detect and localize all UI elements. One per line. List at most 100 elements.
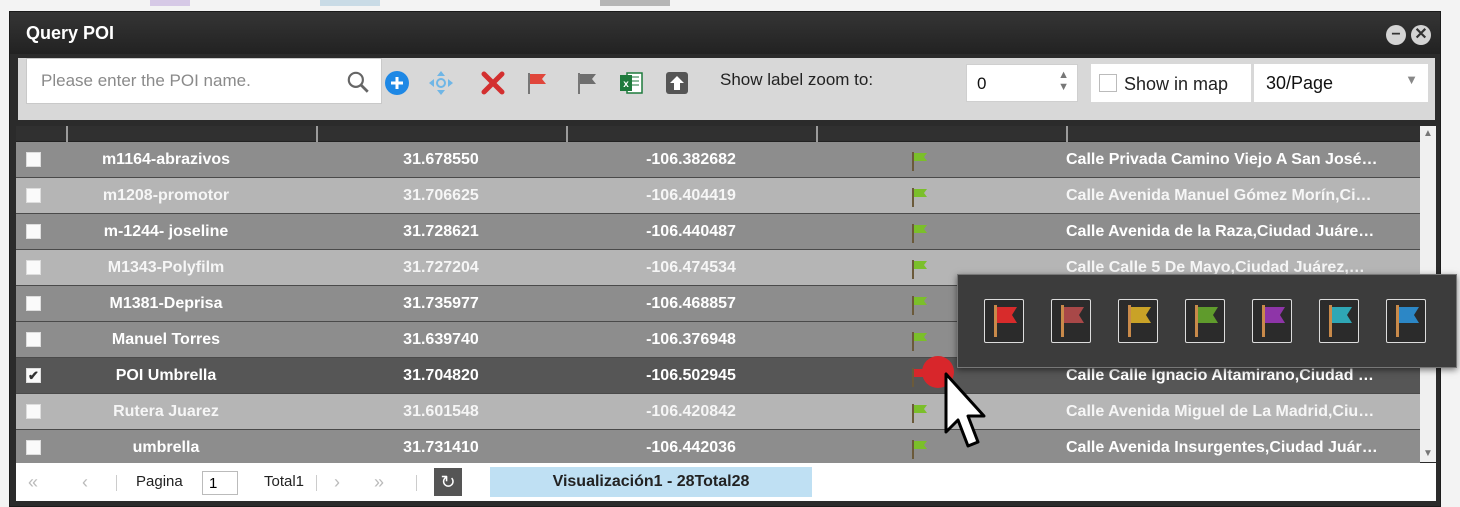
next-page-button[interactable]: › bbox=[334, 472, 340, 493]
toolbar: x Show label zoom to: 0 ▲▼ Show in map 3… bbox=[18, 58, 1435, 120]
per-page-select[interactable]: 30/Page ▼ bbox=[1254, 64, 1428, 102]
divider bbox=[416, 475, 417, 491]
pagination-bar: « ‹ Pagina Total1 › » ↻ Visualización1 -… bbox=[16, 463, 1436, 501]
latitude-cell: 31.706625 bbox=[403, 187, 479, 204]
flag-icon bbox=[994, 305, 1017, 337]
longitude-cell: -106.404419 bbox=[646, 187, 736, 204]
zoom-label: Show label zoom to: bbox=[720, 70, 874, 89]
column-divider[interactable] bbox=[566, 126, 568, 142]
flag-icon bbox=[1396, 305, 1419, 337]
prev-page-button[interactable]: ‹ bbox=[82, 472, 88, 493]
address-cell: Calle Avenida Miguel de La Madrid,Ciu… bbox=[1066, 403, 1375, 420]
flag-icon bbox=[1195, 305, 1218, 337]
flag-color-picker bbox=[957, 274, 1457, 368]
first-page-button[interactable]: « bbox=[28, 472, 38, 493]
longitude-cell: -106.468857 bbox=[646, 295, 736, 312]
pagination-info: Visualización1 - 28Total28 bbox=[490, 467, 812, 497]
row-flag-icon[interactable] bbox=[909, 186, 931, 208]
poi-name-cell: m1164-abrazivos bbox=[101, 151, 231, 168]
address-cell: Calle Avenida Insurgentes,Ciudad Juár… bbox=[1066, 439, 1378, 456]
per-page-value: 30/Page bbox=[1266, 73, 1334, 93]
spinner-arrows-icon[interactable]: ▲ ▼ bbox=[1058, 69, 1069, 93]
flag-color-option[interactable] bbox=[1118, 299, 1158, 343]
last-page-button[interactable]: » bbox=[374, 472, 384, 493]
row-flag-icon[interactable] bbox=[909, 258, 931, 280]
flag-color-option[interactable] bbox=[1319, 299, 1359, 343]
red-flag-icon[interactable] bbox=[524, 70, 550, 96]
column-divider[interactable] bbox=[816, 126, 818, 142]
gray-flag-icon[interactable] bbox=[574, 70, 600, 96]
row-flag-icon[interactable] bbox=[909, 222, 931, 244]
address-cell: Calle Avenida de la Raza,Ciudad Juáre… bbox=[1066, 223, 1375, 240]
show-in-map-checkbox[interactable] bbox=[1099, 74, 1117, 92]
search-box bbox=[26, 58, 382, 104]
chevron-down-icon: ▼ bbox=[1405, 72, 1418, 87]
window-title: Query POI bbox=[26, 23, 115, 43]
upload-icon[interactable] bbox=[664, 70, 690, 96]
svg-text:x: x bbox=[623, 79, 629, 90]
table-header bbox=[16, 126, 1420, 142]
query-poi-window: Query POI − ✕ Please enter the POI name.… bbox=[9, 11, 1441, 507]
latitude-cell: 31.601548 bbox=[403, 403, 479, 420]
longitude-cell: -106.442036 bbox=[646, 439, 736, 456]
table-row[interactable]: m1164-abrazivos 31.678550 -106.382682 Calle… bbox=[16, 142, 1420, 178]
total-pages-label: Total1 bbox=[264, 473, 305, 490]
latitude-cell: 31.731410 bbox=[403, 439, 479, 456]
row-flag-icon[interactable] bbox=[909, 294, 931, 316]
address-cell: Calle Privada Camino Viejo A San José… bbox=[1066, 151, 1378, 168]
column-divider[interactable] bbox=[66, 126, 68, 142]
scroll-down-icon[interactable]: ▼ bbox=[1422, 448, 1434, 459]
excel-export-icon[interactable]: x bbox=[618, 70, 644, 96]
mouse-cursor-icon bbox=[922, 356, 986, 448]
search-input[interactable] bbox=[27, 59, 327, 103]
column-divider[interactable] bbox=[316, 126, 318, 142]
flag-color-option[interactable] bbox=[984, 299, 1024, 343]
column-divider[interactable] bbox=[1066, 126, 1068, 142]
titlebar: Query POI − ✕ bbox=[10, 12, 1440, 54]
move-icon[interactable] bbox=[428, 70, 454, 96]
flag-icon bbox=[1128, 305, 1151, 337]
longitude-cell: -106.502945 bbox=[646, 367, 736, 384]
scroll-up-icon[interactable]: ▲ bbox=[1422, 128, 1434, 139]
poi-name-cell: m1208-promotor bbox=[102, 187, 230, 204]
show-in-map-toggle[interactable]: Show in map bbox=[1091, 64, 1251, 102]
latitude-cell: 31.728621 bbox=[403, 223, 479, 240]
row-flag-icon[interactable] bbox=[909, 330, 931, 352]
add-icon[interactable] bbox=[384, 70, 410, 96]
latitude-cell: 31.704820 bbox=[403, 367, 479, 384]
page-number-input[interactable] bbox=[202, 471, 238, 495]
poi-name-cell: umbrella bbox=[132, 439, 200, 456]
flag-color-option[interactable] bbox=[1185, 299, 1225, 343]
address-cell: Calle Avenida Manuel Gómez Morín,Ci… bbox=[1066, 187, 1372, 204]
table-row[interactable]: m1208-promotor 31.706625 -106.404419 Calle … bbox=[16, 178, 1420, 214]
longitude-cell: -106.474534 bbox=[646, 259, 736, 276]
longitude-cell: -106.376948 bbox=[646, 331, 736, 348]
table-row[interactable]: Rutera Juarez 31.601548 -106.420842 Calle A… bbox=[16, 394, 1420, 430]
table-row[interactable]: m-1244- joseline 31.728621 -106.440487 Call… bbox=[16, 214, 1420, 250]
refresh-button[interactable]: ↻ bbox=[434, 468, 462, 496]
flag-color-option[interactable] bbox=[1252, 299, 1292, 343]
zoom-value: 0 bbox=[977, 74, 987, 93]
latitude-cell: 31.735977 bbox=[403, 295, 479, 312]
latitude-cell: 31.639740 bbox=[403, 331, 479, 348]
table-row[interactable]: umbrella 31.731410 -106.442036 Calle Avenid… bbox=[16, 430, 1420, 466]
latitude-cell: 31.678550 bbox=[403, 151, 479, 168]
longitude-cell: -106.440487 bbox=[646, 223, 736, 240]
minimize-button[interactable]: − bbox=[1386, 25, 1406, 45]
flag-icon bbox=[1329, 305, 1352, 337]
close-button[interactable]: ✕ bbox=[1411, 25, 1431, 45]
poi-name-cell: M1343-Polyfilm bbox=[107, 259, 225, 276]
page-label: Pagina bbox=[136, 473, 183, 490]
divider bbox=[316, 475, 317, 491]
address-cell: Calle Calle Ignacio Altamirano,Ciudad … bbox=[1066, 367, 1374, 384]
search-icon[interactable] bbox=[345, 69, 371, 95]
delete-icon[interactable] bbox=[480, 70, 506, 96]
flag-color-option[interactable] bbox=[1051, 299, 1091, 343]
row-flag-icon[interactable] bbox=[909, 150, 931, 172]
poi-name-cell: Rutera Juarez bbox=[113, 403, 219, 420]
flag-icon bbox=[1061, 305, 1084, 337]
flag-color-option[interactable] bbox=[1386, 299, 1426, 343]
zoom-stepper[interactable]: 0 ▲ ▼ bbox=[966, 64, 1078, 102]
longitude-cell: -106.420842 bbox=[646, 403, 736, 420]
divider bbox=[116, 475, 117, 491]
